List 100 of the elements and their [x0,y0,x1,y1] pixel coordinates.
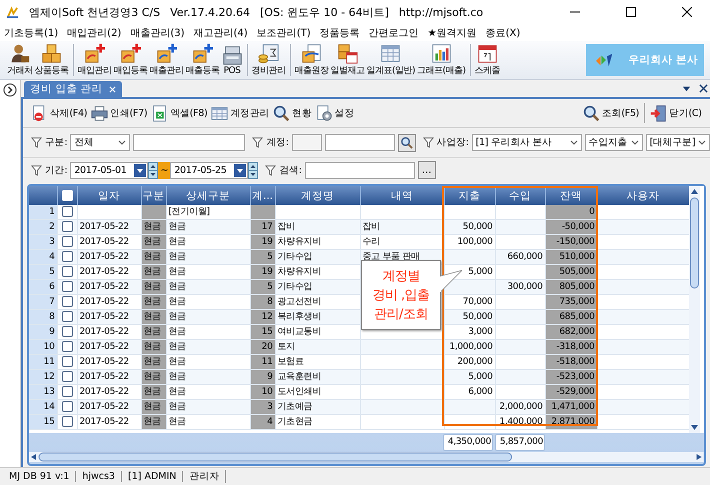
box-plus-icon [156,43,177,64]
table-cell: 차량유지비 [278,236,322,246]
column-header[interactable]: 구분 [141,186,166,205]
site-dropdown[interactable]: [1] 우리회사 본사 [472,134,582,151]
action-button[interactable]: 현황 [271,104,314,122]
spin-button[interactable] [148,162,158,178]
column-header[interactable]: 계정명 [275,186,360,205]
menu-item[interactable]: 기초등록(1) [4,26,58,40]
table-cell: -518,000 [556,356,594,366]
dropdown-icon[interactable] [682,84,691,93]
date-field[interactable]: 2017-05-01 [70,162,148,178]
toolbar-button[interactable]: 매출등록 [184,42,220,78]
table-cell: 2,871,000 [551,416,594,426]
menu-item[interactable]: 간편로그인 [368,26,419,40]
maximize-icon[interactable] [626,7,636,17]
toolbar-button[interactable]: 상품등록 [34,42,70,78]
column-header[interactable]: 사용자 [597,186,689,205]
checkbox[interactable] [62,326,72,337]
table-cell: 15 [262,326,272,336]
toolbar-button[interactable]: 매출관리 [148,42,184,78]
toolbar-button[interactable]: 경비관리 [250,42,286,78]
table-cell: 2017-05-22 [80,402,129,412]
table-cell: 현금 [144,356,161,366]
close-icon[interactable] [698,84,708,93]
table-cell: 현금 [168,222,186,232]
toolbar-button[interactable]: 매입관리 [76,42,112,78]
row-number: 6 [29,280,57,294]
filter-icon [31,164,42,176]
date-field[interactable]: 2017-05-25 [170,162,248,178]
column-header[interactable]: 일자 [77,186,141,205]
menu-item[interactable]: ★원격지원 [428,26,477,40]
menu-item[interactable]: 정품등록 [320,26,360,40]
search-field[interactable] [304,162,415,178]
division-dropdown[interactable]: 전체 [70,134,130,151]
checkbox[interactable] [62,370,72,382]
dropdown-icon[interactable] [234,164,246,176]
table-cell: 50,000 [462,312,492,322]
column-header[interactable]: 상세구분 [166,186,250,205]
menu-item[interactable]: 보조관리(T) [256,26,311,40]
toolbar-button[interactable]: POS [220,42,244,78]
caret-icon [630,140,639,145]
dropdown-icon[interactable] [134,164,146,176]
spin-button[interactable] [248,162,258,178]
scrollbar[interactable] [29,452,704,462]
close-button[interactable]: 닫기(C) [648,104,704,122]
close-icon[interactable] [682,7,692,17]
action-button[interactable]: 인쇄(F7) [89,104,150,122]
table-cell: 현금 [168,252,186,262]
flow-dropdown[interactable]: 수입지출 [584,134,643,151]
browse-button[interactable]: ... [418,161,436,179]
scrollbar[interactable] [689,186,700,433]
checkbox[interactable] [62,310,72,322]
checkbox[interactable] [62,220,72,232]
action-button[interactable]: 삭제(F4) [29,104,90,122]
menu-item[interactable]: 매출관리(3) [130,26,185,40]
account-name-field[interactable] [324,134,395,151]
checkbox[interactable] [62,280,72,292]
table-cell: 현금 [144,386,161,396]
status-text: [1] ADMIN [122,471,184,482]
checkbox[interactable] [62,250,72,262]
toolbar-button[interactable]: 일별재고 [330,42,366,78]
search-button[interactable]: 조회(F5) [580,104,642,122]
column-header[interactable]: 계... [250,186,275,205]
column-header[interactable]: 내역 [360,186,444,205]
action-button[interactable]: 계정관리 [209,104,272,122]
search-icon [273,104,290,122]
table-cell: 잡비 [362,222,380,232]
field-label: 기간: [45,164,68,176]
table-cell: 현금 [144,236,161,246]
document-tab[interactable]: 경비 입출 관리 [24,81,122,97]
checkbox[interactable] [62,296,72,307]
boxes-icon [41,43,62,64]
checkbox[interactable] [62,416,72,427]
expand-icon[interactable] [3,83,17,97]
checkbox[interactable] [62,356,72,367]
menu-item[interactable]: 매입관리(2) [67,26,122,40]
toolbar-button[interactable]: 매출원장 [294,42,330,78]
menu-item[interactable]: 재고관리(4) [194,26,248,40]
toolbar-button[interactable]: 일계표(일반) [366,42,416,78]
checkbox[interactable] [62,400,72,412]
toolbar-button[interactable]: 그래프(매출) [416,42,467,78]
table-cell: 2017-05-22 [80,386,129,396]
toolbar-button[interactable]: 스케줄 [474,42,502,78]
toolbar-button[interactable]: 거래처 [6,42,34,78]
row-number: 9 [29,324,57,340]
menu-item[interactable]: 종료(X) [486,26,520,40]
checkbox[interactable] [62,206,72,217]
checkbox[interactable] [62,236,72,247]
table-cell: 현금 [168,416,186,426]
action-button[interactable]: 엑셀(F8) [149,104,210,122]
table-cell: 교육훈련비 [278,372,322,382]
checkbox[interactable] [62,386,72,397]
field-label: 구분: [45,136,68,149]
search-button[interactable] [398,134,416,152]
transfer-dropdown[interactable]: [대체구분] [646,134,710,151]
toolbar-button[interactable]: 매입등록 [112,42,148,78]
checkbox[interactable] [62,340,72,352]
action-button[interactable]: 설정 [314,104,356,122]
checkbox[interactable] [62,266,72,277]
account-code-field[interactable] [292,134,322,151]
